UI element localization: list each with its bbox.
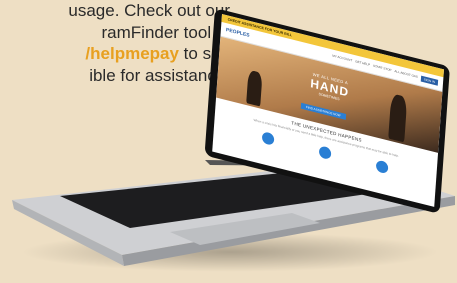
screen-nav-item[interactable]: ALL ABOUT GAS xyxy=(394,69,418,81)
document-icon[interactable] xyxy=(262,131,275,146)
helping-hand-icon[interactable] xyxy=(318,145,332,161)
screen-nav-item[interactable]: START STOP xyxy=(373,64,392,74)
hero-button[interactable]: FIND ASSISTANCE NOW xyxy=(300,102,346,120)
bill-icon[interactable] xyxy=(375,159,389,175)
screen-signin-button[interactable]: SIGN IN xyxy=(420,75,439,86)
screen-nav-item[interactable]: MY ACCOUNT xyxy=(332,54,352,65)
screen-nav-item[interactable]: GET HELP xyxy=(355,59,370,69)
screen-logo[interactable]: PEOPLES xyxy=(226,27,250,39)
